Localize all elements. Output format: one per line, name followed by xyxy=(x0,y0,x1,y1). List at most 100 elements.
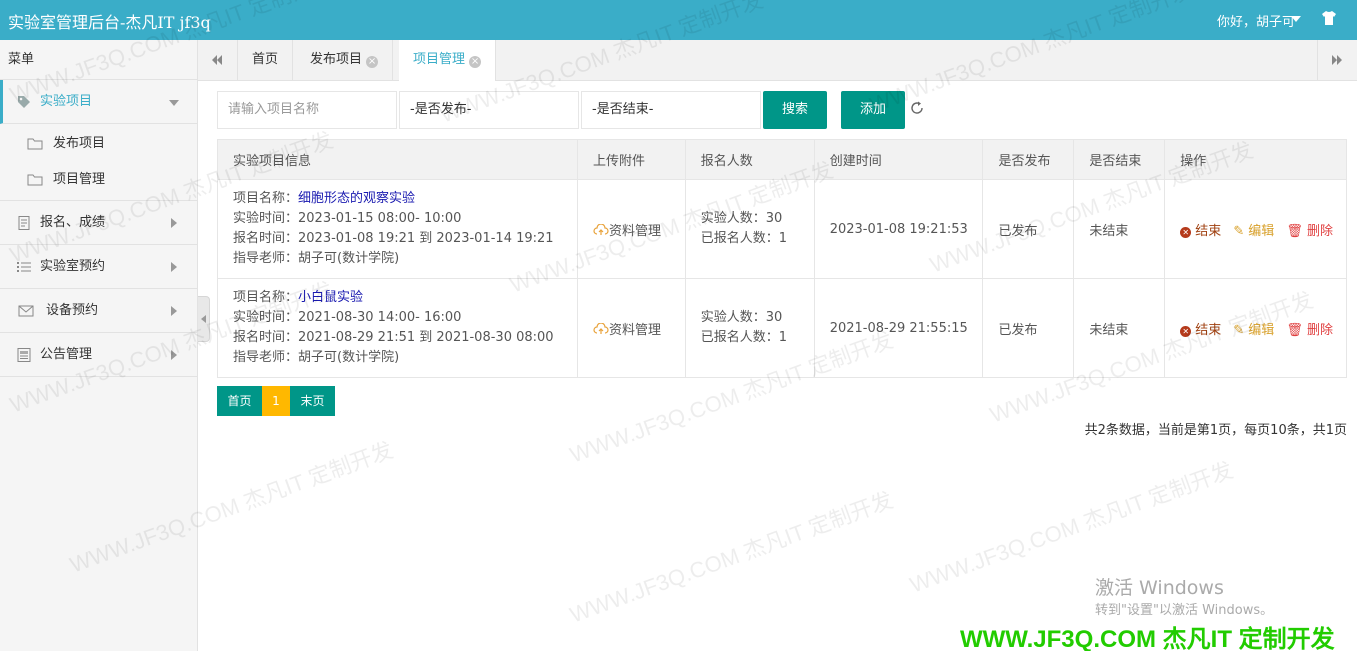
column-header: 报名人数 xyxy=(684,139,815,180)
table-header-row: 实验项目信息 上传附件 报名人数 创建时间 是否发布 是否结束 操作 xyxy=(217,139,1347,180)
end-status-cell: 未结束 xyxy=(1073,179,1166,279)
teacher: 指导老师：胡子可(数计学院) xyxy=(233,251,400,266)
sidebar-item-equipment-booking[interactable]: 设备预约 xyxy=(0,289,197,333)
sidebar-item-label: 实验室预约 xyxy=(40,259,106,274)
signup-time: 报名时间：2021-08-29 21:51 到 2021-08-30 08:00 xyxy=(233,330,554,345)
pencil-icon: ✎ xyxy=(1233,223,1245,239)
sidebar-item-signup-scores[interactable]: 报名、成绩 xyxy=(0,201,197,245)
sidebar-item-announcements[interactable]: 公告管理 xyxy=(0,333,197,377)
attachment-link[interactable]: 资料管理 xyxy=(593,322,661,338)
experiment-time: 实验时间：2023-01-15 08:00- 10:00 xyxy=(233,211,462,226)
sidebar-item-label: 报名、成绩 xyxy=(40,215,106,230)
chevron-down-icon[interactable] xyxy=(1291,16,1301,22)
publish-status-cell: 已发布 xyxy=(982,278,1075,378)
end-button[interactable]: ✕ 结束 xyxy=(1180,224,1225,239)
sidebar-item-lab-booking[interactable]: 实验室预约 xyxy=(0,245,197,289)
signup-time: 报名时间：2023-01-08 19:21 到 2023-01-14 19:21 xyxy=(233,231,554,246)
sidebar-item-label: 设备预约 xyxy=(46,303,99,318)
sidebar-item-label: 公告管理 xyxy=(40,347,93,362)
submenu: 发布项目 项目管理 xyxy=(0,124,197,201)
windows-activation-subtitle: 转到"设置"以激活 Windows。 xyxy=(1095,603,1274,618)
sidebar-subitem-label: 发布项目 xyxy=(53,136,106,151)
column-header: 操作 xyxy=(1164,139,1347,180)
close-icon[interactable]: × xyxy=(469,56,482,68)
trash-icon: 🗑 xyxy=(1286,322,1303,338)
pencil-icon: ✎ xyxy=(1233,322,1245,338)
first-page-button[interactable]: 首页 xyxy=(217,386,262,416)
created-time-cell: 2023-01-08 19:21:53 xyxy=(813,179,984,279)
refresh-icon[interactable] xyxy=(909,100,925,116)
attachment-link[interactable]: 资料管理 xyxy=(593,223,661,239)
attachment-cell: 资料管理 xyxy=(576,278,686,378)
experiment-time: 实验时间：2021-08-30 14:00- 16:00 xyxy=(233,310,462,325)
attachment-cell: 资料管理 xyxy=(576,179,686,279)
tag-icon xyxy=(18,96,30,108)
top-bar: 实验室管理后台-杰凡IT jf3q 你好，胡子可 xyxy=(0,0,1357,40)
edit-label: 编辑 xyxy=(1248,223,1275,239)
edit-label: 编辑 xyxy=(1248,322,1275,338)
end-label: 结束 xyxy=(1195,322,1222,338)
edit-button[interactable]: ✎ 编辑 xyxy=(1233,323,1278,338)
column-header: 是否结束 xyxy=(1073,139,1166,180)
chevron-down-icon xyxy=(169,100,179,106)
delete-button[interactable]: 🗑 删除 xyxy=(1286,323,1337,338)
project-table: 实验项目信息 上传附件 报名人数 创建时间 是否发布 是否结束 操作 项目名称：… xyxy=(217,139,1347,378)
close-icon[interactable]: × xyxy=(366,56,379,68)
chevron-right-icon xyxy=(171,350,177,360)
attachment-label: 资料管理 xyxy=(608,223,661,239)
publish-status-select[interactable]: -是否发布- xyxy=(399,91,579,129)
delete-label: 删除 xyxy=(1306,223,1333,239)
project-name-search-input[interactable]: 请输入项目名称 xyxy=(217,91,397,129)
end-status-cell: 未结束 xyxy=(1073,278,1166,378)
delete-button[interactable]: 🗑 删除 xyxy=(1286,224,1337,239)
operations-cell: ✕ 结束 ✎ 编辑 🗑 删除 xyxy=(1164,179,1347,279)
delete-label: 删除 xyxy=(1306,322,1333,338)
sidebar-subitem-project-management[interactable]: 项目管理 xyxy=(0,162,197,198)
enrollment-cell: 实验人数：30 已报名人数：1 xyxy=(684,278,815,378)
pagination-info: 共2条数据，当前是第1页，每页10条，共1页 xyxy=(1084,423,1347,438)
cloud-upload-icon xyxy=(593,223,609,235)
enrolled-count: 已报名人数：1 xyxy=(700,231,788,246)
edit-button[interactable]: ✎ 编辑 xyxy=(1233,224,1278,239)
menu-header: 菜单 xyxy=(0,40,197,80)
tab-project-management[interactable]: 项目管理 × xyxy=(399,40,497,81)
table-row: 项目名称：小白鼠实验 实验时间：2021-08-30 14:00- 16:00 … xyxy=(217,278,1347,378)
capacity: 实验人数：30 xyxy=(700,211,783,226)
add-button[interactable]: 添加 xyxy=(841,91,905,129)
tabs-scroll-right-button[interactable] xyxy=(1317,40,1357,80)
chevron-right-icon xyxy=(171,218,177,228)
column-header: 创建时间 xyxy=(813,139,984,180)
column-header: 上传附件 xyxy=(576,139,686,180)
end-status-select[interactable]: -是否结束- xyxy=(581,91,761,129)
created-time-cell: 2021-08-29 21:55:15 xyxy=(813,278,984,378)
notice-icon xyxy=(17,348,31,362)
last-page-button[interactable]: 末页 xyxy=(290,386,335,416)
column-header: 实验项目信息 xyxy=(217,139,578,180)
sidebar-collapse-handle[interactable] xyxy=(198,296,210,342)
watermark-text: WWW.JF3Q.COM 杰凡IT 定制开发 xyxy=(566,487,897,628)
enrollment-cell: 实验人数：30 已报名人数：1 xyxy=(684,179,815,279)
tab-publish-project[interactable]: 发布项目 × xyxy=(296,40,394,81)
end-label: 结束 xyxy=(1195,223,1222,239)
end-button[interactable]: ✕ 结束 xyxy=(1180,323,1225,338)
folder-icon xyxy=(27,174,43,186)
sidebar-item-experiment-projects[interactable]: 实验项目 xyxy=(0,80,197,124)
theme-shirt-icon[interactable] xyxy=(1321,10,1337,26)
tab-home[interactable]: 首页 xyxy=(238,40,294,81)
column-header: 是否发布 xyxy=(982,139,1075,180)
user-menu[interactable]: 你好，胡子可 xyxy=(1217,11,1295,30)
project-name-link[interactable]: 细胞形态的观察实验 xyxy=(298,191,415,206)
app-title: 实验室管理后台-杰凡IT jf3q xyxy=(8,13,211,32)
table-row: 项目名称：细胞形态的观察实验 实验时间：2023-01-15 08:00- 10… xyxy=(217,179,1347,279)
search-button[interactable]: 搜索 xyxy=(763,91,827,129)
chevron-right-icon xyxy=(171,262,177,272)
list-icon xyxy=(17,262,31,272)
sidebar-item-label: 实验项目 xyxy=(40,94,93,109)
project-name-link[interactable]: 小白鼠实验 xyxy=(298,290,363,305)
tabs-scroll-left-button[interactable] xyxy=(198,40,238,80)
operations-cell: ✕ 结束 ✎ 编辑 🗑 删除 xyxy=(1164,278,1347,378)
double-chevron-left-icon xyxy=(212,55,222,65)
current-page[interactable]: 1 xyxy=(262,386,290,416)
sidebar-subitem-publish-project[interactable]: 发布项目 xyxy=(0,126,197,162)
close-circle-icon: ✕ xyxy=(1180,226,1192,238)
